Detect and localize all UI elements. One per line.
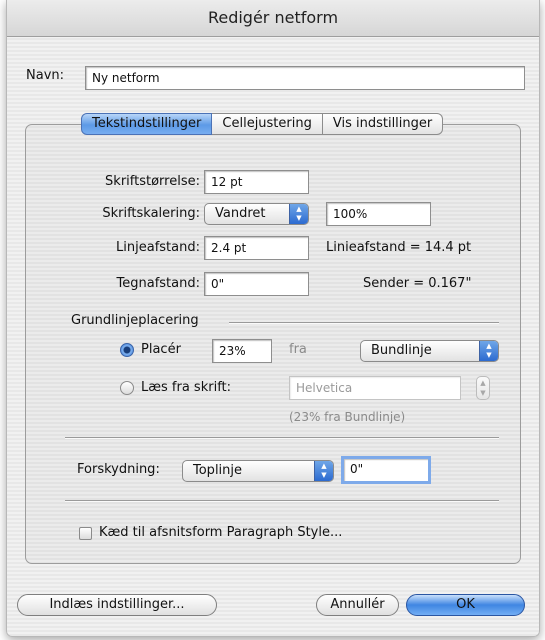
font-size-label: Skriftstørrelse: — [105, 174, 200, 189]
offset-popup-value: Toplinje — [193, 463, 243, 478]
name-label: Navn: — [26, 68, 65, 83]
leading-label: Linjeafstand: — [116, 240, 200, 255]
read-from-font-label: Læs fra skrift: — [141, 380, 232, 395]
tracking-result: Sender = 0.167" — [363, 276, 472, 291]
font-name-input[interactable]: Helvetica — [289, 376, 461, 400]
offset-divider-bottom — [65, 500, 499, 502]
load-settings-button[interactable]: Indlæs indstillinger... — [17, 594, 217, 616]
from-label: fra — [289, 342, 307, 357]
read-hint: (23% fra Bundlinje) — [289, 410, 406, 424]
offset-popup[interactable]: Toplinje ▲ ▼ — [182, 460, 334, 482]
offset-value-input[interactable]: 0" — [341, 456, 431, 484]
dialog-title: Redigér netform — [7, 0, 539, 37]
name-input[interactable]: Ny netform — [85, 66, 525, 90]
baseline-reference-popup[interactable]: Bundlinje ▲ ▼ — [360, 340, 499, 362]
leading-input[interactable]: 2.4 pt — [204, 236, 309, 260]
scaling-direction-value: Vandret — [215, 206, 266, 221]
baseline-reference-value: Bundlinje — [371, 343, 432, 358]
tracking-label: Tegnafstand: — [116, 276, 200, 291]
place-label: Placér — [141, 342, 181, 357]
baseline-section-label: Grundlinjeplacering — [71, 313, 199, 328]
link-paragraph-style-checkbox[interactable] — [79, 527, 92, 540]
popup-arrows-icon: ▲ ▼ — [289, 204, 308, 224]
leading-result: Linieafstand = 14.4 pt — [326, 240, 472, 255]
offset-label: Forskydning: — [77, 462, 160, 477]
place-percent-input[interactable]: 23% — [212, 339, 272, 363]
baseline-divider — [229, 322, 499, 324]
scaling-direction-popup[interactable]: Vandret ▲ ▼ — [204, 203, 309, 225]
tab-text-settings[interactable]: Tekstindstillinger — [81, 113, 213, 135]
tab-display-settings[interactable]: Vis indstillinger — [322, 113, 444, 135]
font-stepper-icon[interactable]: ▲ ▼ — [476, 376, 490, 400]
read-from-font-radio[interactable] — [120, 381, 134, 395]
cancel-button[interactable]: Annullér — [316, 594, 399, 616]
offset-divider-top — [65, 437, 499, 439]
tab-bar: Tekstindstillinger Cellejustering Vis in… — [81, 113, 444, 135]
font-size-input[interactable]: 12 pt — [204, 170, 309, 194]
scaling-input[interactable]: 100% — [326, 202, 431, 226]
tab-cell-alignment[interactable]: Cellejustering — [212, 113, 323, 135]
place-radio[interactable] — [120, 343, 134, 357]
ok-button[interactable]: OK — [406, 594, 525, 616]
dialog-window: Redigér netform Navn: Ny netform Tekstin… — [6, 0, 540, 637]
link-paragraph-style-label: Kæd til afsnitsform Paragraph Style... — [99, 525, 343, 540]
popup-arrows-icon: ▲ ▼ — [479, 341, 498, 361]
scaling-label: Skriftskalering: — [102, 206, 200, 221]
popup-arrows-icon: ▲ ▼ — [314, 461, 333, 481]
tracking-input[interactable]: 0" — [204, 272, 309, 296]
